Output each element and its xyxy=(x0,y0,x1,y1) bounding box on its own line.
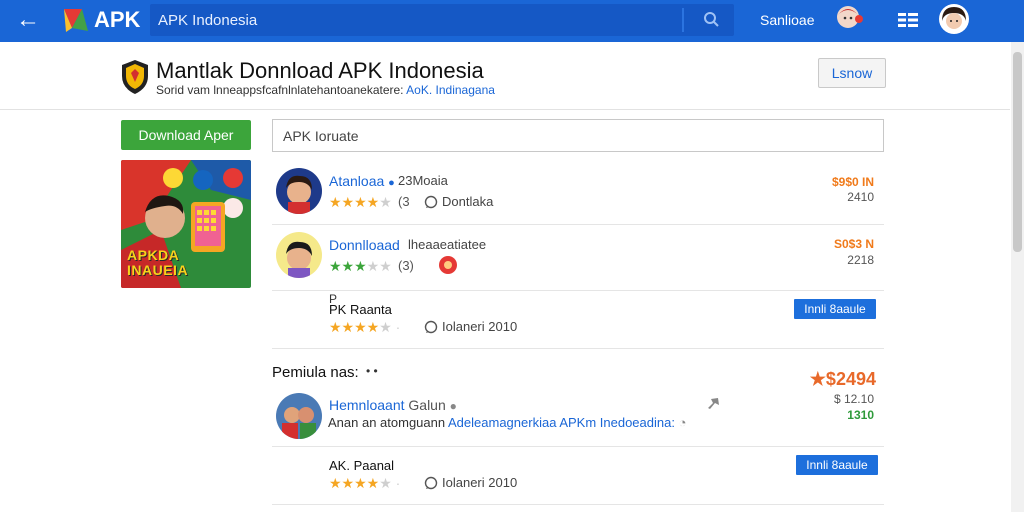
rating-stars-1: ★★★★★ xyxy=(329,194,392,210)
featured-green-price: 1310 xyxy=(847,408,874,422)
page-header: Mantlak Donnload APK Indonesia Sorid vam… xyxy=(0,42,1010,110)
subtitle-text: Sorid vam lnneappsfcafnlnlatehantoanekat… xyxy=(156,83,404,97)
sub-item-title-2[interactable]: AK. Paanal xyxy=(329,458,394,474)
scrollbar[interactable] xyxy=(1011,42,1024,512)
promo-banner[interactable]: APKDA INAUEIA xyxy=(121,160,251,288)
app-price-2: S0$3 N xyxy=(833,237,874,251)
featured-app-name[interactable]: Hemnloaant Galun ● xyxy=(329,396,457,415)
back-arrow-icon[interactable]: ← xyxy=(14,6,42,34)
section-dots: • • xyxy=(366,364,378,378)
sub-item-title[interactable]: PK Raanta xyxy=(329,302,392,318)
install-button-2[interactable]: Innli 8aaule xyxy=(796,455,878,475)
sub-item-stars: ★★★★★ · xyxy=(329,319,401,335)
verified-icon: ● xyxy=(388,177,395,189)
rating-count-1: (3 xyxy=(398,194,410,209)
promo-line-1: APKDA xyxy=(127,247,180,263)
row-divider xyxy=(272,446,884,447)
account-link[interactable]: Sanlioae xyxy=(760,10,815,30)
page-subtitle: Sorid vam lnneappsfcafnlnlatehantoanekat… xyxy=(156,82,495,98)
scrollbar-thumb[interactable] xyxy=(1013,52,1022,252)
app-price-sub-2: 2218 xyxy=(847,253,874,267)
search-icon[interactable] xyxy=(690,4,734,36)
featured-price-sub: $ 12.10 xyxy=(833,392,874,406)
search-input[interactable] xyxy=(158,4,678,36)
app-avatar-2[interactable] xyxy=(276,232,322,278)
featured-app-avatar[interactable] xyxy=(276,393,322,439)
sub-item-comment: Iolaneri 2010 xyxy=(442,319,518,334)
download-button[interactable]: Download Aper xyxy=(121,120,251,150)
info-icon: ● xyxy=(449,399,457,413)
comment-icon xyxy=(424,195,438,209)
search-divider xyxy=(682,8,684,32)
featured-price: ★$2494 xyxy=(809,369,876,389)
featured-description: Anan an atomguann Adeleamagnerkiaa APKm … xyxy=(328,415,686,431)
install-button[interactable]: Innli 8aaule xyxy=(794,299,876,319)
app-price-1: $9$0 IN xyxy=(831,175,874,189)
filter-box[interactable] xyxy=(272,119,884,152)
featured-desc-link[interactable]: Adeleamagnerkiaa APKm Inedoeadina: xyxy=(448,415,675,430)
featured-app-suffix: Galun xyxy=(408,397,446,413)
user-avatar[interactable] xyxy=(938,3,970,35)
filter-input[interactable] xyxy=(283,120,873,151)
pin-icon[interactable] xyxy=(706,396,722,410)
comment-text-1: Dontlaka xyxy=(442,194,494,209)
rating-count-2: (3) xyxy=(398,258,414,273)
badge-icon xyxy=(439,256,457,274)
top-app-bar: ← APK Sanlioae xyxy=(0,0,1024,42)
page-title: Mantlak Donnload APK Indonesia xyxy=(156,58,484,83)
rating-stars-2: ★★★★★ xyxy=(329,258,392,274)
section-title: Pemiula nas: xyxy=(272,364,359,381)
row-divider xyxy=(272,290,884,291)
shield-logo-icon xyxy=(122,60,148,94)
app-price-sub-1: 2410 xyxy=(847,190,874,204)
row-divider xyxy=(272,348,884,349)
grid-menu-icon[interactable] xyxy=(896,9,920,31)
app-name-2-text: Donnlloaad xyxy=(329,237,400,253)
featured-desc-text: Anan an atomguann xyxy=(328,415,446,430)
apk-logo-icon[interactable] xyxy=(62,6,90,34)
app-name-1-text: Atanloaa xyxy=(329,173,385,189)
comment-icon xyxy=(424,320,438,334)
search-bar[interactable] xyxy=(150,4,734,36)
promo-line-2: INAUEIA xyxy=(127,262,189,278)
login-button[interactable]: Lsnow xyxy=(818,58,886,88)
app-meta-2: lheaaeatiatee xyxy=(408,237,487,252)
featured-app-name-text: Hemnloaant xyxy=(329,397,405,413)
notification-avatar-icon[interactable] xyxy=(834,3,864,33)
sub-item-stars-2: ★★★★★ · xyxy=(329,475,401,491)
app-meta-1: 23Moaia xyxy=(398,173,448,188)
row-divider xyxy=(272,224,884,225)
row-divider xyxy=(272,504,884,505)
clock-icon: ◔ xyxy=(678,415,687,430)
app-avatar-1[interactable] xyxy=(276,168,322,214)
promo-text: APKDA INAUEIA xyxy=(127,248,188,278)
app-name-1[interactable]: Atanloaa ● xyxy=(329,172,395,192)
app-name-2[interactable]: Donnlloaad xyxy=(329,236,400,254)
sub-item-comment-2: Iolaneri 2010 xyxy=(442,475,518,490)
comment-icon xyxy=(424,476,438,490)
brand-name[interactable]: APK xyxy=(94,6,140,34)
subtitle-accent-link[interactable]: AoK. Indinagana xyxy=(406,83,495,97)
